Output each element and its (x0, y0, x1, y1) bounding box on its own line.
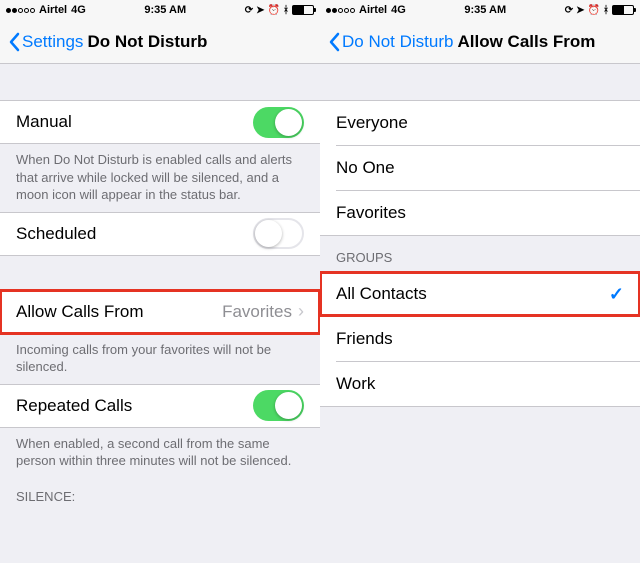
option-label: Everyone (336, 113, 408, 133)
carrier-label: Airtel (359, 4, 387, 16)
pane-do-not-disturb: Airtel 4G 9:35 AM ⟳ ➤ ⏰ ᚼ Settings Do No… (0, 0, 320, 563)
status-time: 9:35 AM (464, 4, 506, 16)
location-icon: ➤ (576, 5, 584, 16)
repeated-calls-row[interactable]: Repeated Calls (0, 384, 320, 428)
checkmark-icon: ✓ (609, 284, 624, 305)
manual-row[interactable]: Manual (0, 100, 320, 144)
group-label: Work (336, 374, 375, 394)
page-title: Allow Calls From (457, 32, 595, 52)
back-label: Settings (22, 32, 83, 52)
group-label: All Contacts (336, 284, 427, 304)
network-label: 4G (391, 4, 406, 16)
nav-bar: Settings Do Not Disturb (0, 20, 320, 64)
status-bar: Airtel 4G 9:35 AM ⟳ ➤ ⏰ ᚼ (320, 0, 640, 20)
status-time: 9:35 AM (144, 4, 186, 16)
groups-group: All Contacts ✓ Friends Work (320, 271, 640, 407)
group-friends[interactable]: Friends (320, 317, 640, 361)
option-label: No One (336, 158, 395, 178)
rotation-lock-icon: ⟳ (245, 5, 253, 16)
page-title: Do Not Disturb (87, 32, 207, 52)
nav-bar: Do Not Disturb Allow Calls From (320, 20, 640, 64)
group-all-contacts[interactable]: All Contacts ✓ (320, 272, 640, 316)
pane-allow-calls-from: Airtel 4G 9:35 AM ⟳ ➤ ⏰ ᚼ Do Not Disturb… (320, 0, 640, 563)
silence-header: SILENCE: (0, 478, 320, 514)
chevron-left-icon (8, 32, 20, 52)
bluetooth-icon: ᚼ (603, 5, 609, 16)
options-group: Everyone No One Favorites (320, 100, 640, 236)
manual-label: Manual (16, 112, 72, 132)
manual-toggle[interactable] (253, 107, 304, 138)
bluetooth-icon: ᚼ (283, 5, 289, 16)
rotation-lock-icon: ⟳ (565, 5, 573, 16)
battery-icon (292, 5, 314, 15)
alarm-icon: ⏰ (588, 5, 600, 16)
status-right-icons: ⟳ ➤ ⏰ ᚼ (565, 5, 634, 16)
back-label: Do Not Disturb (342, 32, 453, 52)
network-label: 4G (71, 4, 86, 16)
allow-calls-label: Allow Calls From (16, 302, 144, 322)
allow-calls-value: Favorites (222, 302, 292, 322)
option-everyone[interactable]: Everyone (320, 101, 640, 145)
repeated-calls-toggle[interactable] (253, 390, 304, 421)
scheduled-label: Scheduled (16, 224, 96, 244)
allow-content: Everyone No One Favorites GROUPS All Con… (320, 64, 640, 563)
battery-icon (612, 5, 634, 15)
scheduled-toggle[interactable] (253, 218, 304, 249)
option-favorites[interactable]: Favorites (320, 191, 640, 235)
group-work[interactable]: Work (320, 362, 640, 406)
group-label: Friends (336, 329, 393, 349)
scheduled-row[interactable]: Scheduled (0, 212, 320, 256)
back-button[interactable]: Do Not Disturb (328, 32, 453, 52)
option-no-one[interactable]: No One (320, 146, 640, 190)
option-label: Favorites (336, 203, 406, 223)
signal-dots-icon (6, 8, 35, 13)
alarm-icon: ⏰ (268, 5, 280, 16)
status-right-icons: ⟳ ➤ ⏰ ᚼ (245, 5, 314, 16)
groups-header: GROUPS (320, 236, 640, 271)
location-icon: ➤ (256, 5, 264, 16)
back-button[interactable]: Settings (8, 32, 83, 52)
manual-footer: When Do Not Disturb is enabled calls and… (0, 144, 320, 212)
repeated-calls-label: Repeated Calls (16, 396, 132, 416)
chevron-right-icon: › (298, 301, 304, 322)
carrier-label: Airtel (39, 4, 67, 16)
allow-calls-row[interactable]: Allow Calls From Favorites › (0, 290, 320, 334)
chevron-left-icon (328, 32, 340, 52)
settings-content: Manual When Do Not Disturb is enabled ca… (0, 64, 320, 563)
allow-calls-footer: Incoming calls from your favorites will … (0, 334, 320, 384)
signal-dots-icon (326, 8, 355, 13)
repeated-calls-footer: When enabled, a second call from the sam… (0, 428, 320, 478)
status-bar: Airtel 4G 9:35 AM ⟳ ➤ ⏰ ᚼ (0, 0, 320, 20)
